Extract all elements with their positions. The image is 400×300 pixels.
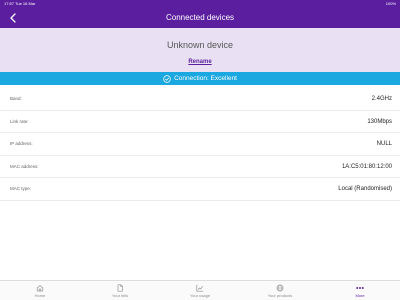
- mac-address-value: 1A:C5:01:80:12:00: [341, 163, 392, 170]
- chart-line-icon: [196, 284, 204, 292]
- bottom-tab-bar: Home Your bills Your usage Your products…: [0, 280, 400, 300]
- tab-more[interactable]: More: [320, 281, 400, 300]
- link-rate-label: Link rate:: [10, 118, 29, 124]
- detail-row-band: Band: 2.4GHz: [0, 88, 400, 111]
- home-icon: [36, 284, 44, 291]
- detail-row-link-rate: Link rate: 130Mbps: [0, 111, 400, 133]
- status-bar: 17:57 Tue 16 Mar 100%: [0, 0, 400, 8]
- tab-your-products-label: Your products: [267, 292, 293, 298]
- detail-row-mac-type: MAC type: Local (Randomised): [0, 178, 400, 201]
- tab-your-products[interactable]: Your products: [240, 281, 320, 300]
- detail-row-ip-address: IP address: NULL: [0, 133, 400, 156]
- globe-icon: [276, 284, 284, 291]
- tab-your-usage-label: Your usage: [189, 292, 211, 298]
- status-battery: 100%: [385, 1, 396, 6]
- tab-your-bills[interactable]: Your bills: [80, 281, 160, 300]
- tab-home[interactable]: Home: [0, 281, 80, 300]
- tab-your-usage[interactable]: Your usage: [160, 281, 240, 300]
- band-label: Band:: [10, 96, 22, 101]
- rename-link[interactable]: Rename: [188, 59, 211, 65]
- ip-address-label: IP address:: [10, 141, 33, 146]
- device-header: Unknown device Rename: [0, 28, 400, 72]
- device-name: Unknown device: [166, 40, 234, 50]
- check-circle-icon: [163, 74, 171, 83]
- mac-type-value: Local (Randomised): [338, 186, 392, 192]
- device-details: Band: 2.4GHz Link rate: 130Mbps IP addre…: [0, 88, 400, 201]
- status-time: 17:57: [4, 1, 15, 6]
- status-date: Tue 16 Mar: [15, 1, 36, 6]
- document-icon: [117, 283, 123, 292]
- band-value: 2.4GHz: [371, 96, 392, 102]
- nav-bar: Connected devices: [0, 8, 400, 28]
- tab-home-label: Home: [34, 292, 46, 298]
- tab-more-label: More: [355, 292, 365, 298]
- ip-address-value: NULL: [376, 141, 392, 147]
- connection-status: Connection: Excellent: [174, 75, 237, 82]
- mac-address-label: MAC address:: [10, 163, 39, 169]
- more-dots-icon: [356, 286, 364, 289]
- link-rate-value: 130Mbps: [367, 118, 392, 125]
- connection-banner: Connection: Excellent: [0, 72, 400, 85]
- detail-row-mac-address: MAC address: 1A:C5:01:80:12:00: [0, 156, 400, 178]
- page-title: Connected devices: [165, 13, 235, 22]
- tab-your-bills-label: Your bills: [111, 292, 129, 298]
- mac-type-label: MAC type:: [10, 186, 32, 191]
- status-time-date: 17:57 Tue 16 Mar: [4, 1, 35, 6]
